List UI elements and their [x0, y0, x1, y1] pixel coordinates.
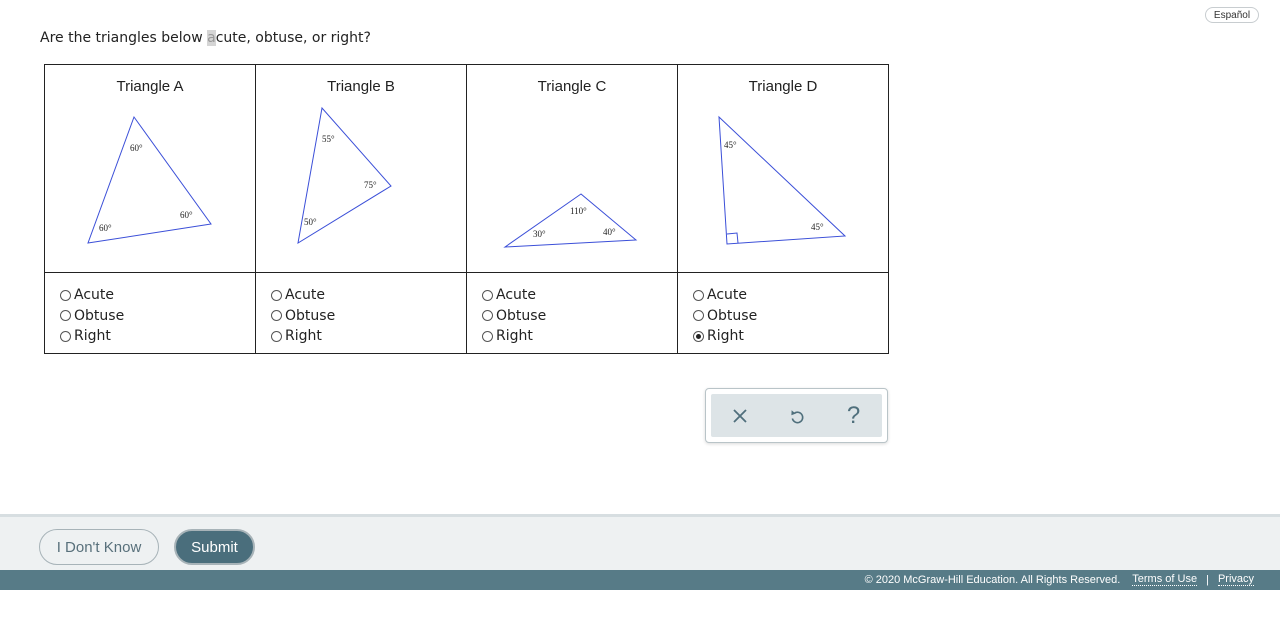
triangle-b-bottom-angle: 50°	[304, 217, 317, 227]
option-label: Acute	[496, 287, 537, 304]
triangle-a-right-option[interactable]: Right	[60, 326, 124, 347]
close-icon	[732, 408, 747, 423]
triangle-d-cell: Triangle D 45° 45°	[677, 64, 889, 273]
triangle-d-figure: 45° 45°	[718, 115, 847, 245]
help-button[interactable]: ?	[839, 401, 869, 431]
question-text-end: cute, obtuse, or right?	[215, 30, 371, 46]
radio-button[interactable]	[482, 289, 493, 301]
undo-button[interactable]	[782, 401, 812, 431]
triangle-a-options: Acute Obtuse Right	[44, 272, 256, 354]
triangle-b-cell: Triangle B 55° 75° 50°	[255, 64, 467, 273]
option-label: Acute	[707, 287, 748, 304]
option-label: Obtuse	[285, 307, 336, 324]
radio-button[interactable]	[271, 330, 282, 342]
radio-button[interactable]	[482, 330, 493, 342]
triangle-c-right-angle: 40°	[603, 227, 616, 237]
option-label: Acute	[285, 287, 326, 304]
triangles-table: Triangle A 60° 60° 60° Triangle B 55° 75…	[44, 64, 889, 354]
radio-button[interactable]	[482, 310, 493, 322]
radio-button[interactable]	[693, 310, 704, 322]
i-dont-know-button[interactable]: I Don't Know	[39, 529, 159, 565]
clear-answer-button[interactable]	[725, 401, 755, 431]
action-bar: I Don't Know Submit	[0, 514, 1280, 570]
triangle-d-top-angle: 45°	[724, 140, 737, 150]
triangle-d-right-option[interactable]: Right	[693, 326, 757, 347]
option-label: Obtuse	[496, 307, 547, 324]
terms-of-use-link[interactable]: Terms of Use	[1132, 573, 1198, 586]
triangle-a-figure: 60° 60° 60°	[87, 115, 212, 244]
radio-button[interactable]	[60, 310, 71, 322]
triangle-d-options: Acute Obtuse Right	[677, 272, 889, 354]
triangle-c-options: Acute Obtuse Right	[466, 272, 678, 354]
language-toggle-button[interactable]: Español	[1205, 7, 1259, 23]
option-label: Obtuse	[707, 307, 758, 324]
triangle-b-acute-option[interactable]: Acute	[271, 285, 335, 306]
footer-separator: |	[1206, 573, 1209, 586]
help-icon: ?	[846, 401, 861, 429]
triangle-b-top-angle: 55°	[322, 134, 335, 144]
triangle-a-top-angle: 60°	[130, 143, 143, 153]
radio-button[interactable]	[271, 289, 282, 301]
triangle-c-acute-option[interactable]: Acute	[482, 285, 546, 306]
triangle-b-figure: 55° 75° 50°	[297, 106, 392, 245]
option-label: Right	[74, 328, 111, 345]
option-label: Obtuse	[74, 307, 125, 324]
triangle-a-acute-option[interactable]: Acute	[60, 285, 124, 306]
privacy-link[interactable]: Privacy	[1217, 573, 1254, 586]
triangle-d-acute-option[interactable]: Acute	[693, 285, 757, 306]
question-text-start: Are the triangles below	[40, 30, 208, 46]
triangle-c-figure: 110° 30° 40°	[503, 193, 638, 248]
option-label: Right	[707, 328, 744, 345]
right-angle-marker	[726, 232, 739, 244]
triangle-b-options: Acute Obtuse Right	[255, 272, 467, 354]
triangle-d-obtuse-option[interactable]: Obtuse	[693, 306, 757, 327]
option-label: Right	[285, 328, 322, 345]
triangle-c-left-angle: 30°	[533, 229, 546, 239]
option-label: Right	[496, 328, 533, 345]
undo-icon	[790, 409, 803, 423]
radio-button-selected[interactable]	[693, 330, 704, 342]
triangle-d-shape	[718, 115, 847, 245]
triangle-b-obtuse-option[interactable]: Obtuse	[271, 306, 335, 327]
radio-button[interactable]	[60, 289, 71, 301]
footer: © 2020 McGraw-Hill Education. All Rights…	[0, 570, 1280, 590]
triangle-a-left-angle: 60°	[99, 223, 112, 233]
radio-button[interactable]	[693, 289, 704, 301]
triangle-c-cell: Triangle C 110° 30° 40°	[466, 64, 678, 273]
triangle-c-obtuse-option[interactable]: Obtuse	[482, 306, 546, 327]
triangle-c-right-option[interactable]: Right	[482, 326, 546, 347]
triangle-a-right-angle: 60°	[180, 210, 193, 220]
copyright-text: © 2020 McGraw-Hill Education. All Rights…	[864, 573, 1121, 586]
triangle-d-right-angle: 45°	[811, 222, 824, 232]
option-label: Acute	[74, 287, 115, 304]
radio-button[interactable]	[271, 310, 282, 322]
triangle-b-right-option[interactable]: Right	[271, 326, 335, 347]
text-selection-highlight: a	[207, 30, 216, 46]
triangle-c-shape	[503, 193, 638, 248]
triangle-a-cell: Triangle A 60° 60° 60°	[44, 64, 256, 273]
question-prompt: Are the triangles below acute, obtuse, o…	[40, 30, 371, 46]
triangle-c-top-angle: 110°	[570, 206, 587, 216]
radio-button[interactable]	[60, 330, 71, 342]
answer-toolbox: ?	[705, 388, 888, 443]
triangle-a-obtuse-option[interactable]: Obtuse	[60, 306, 124, 327]
submit-button[interactable]: Submit	[174, 529, 255, 565]
triangle-b-right-angle: 75°	[364, 180, 377, 190]
